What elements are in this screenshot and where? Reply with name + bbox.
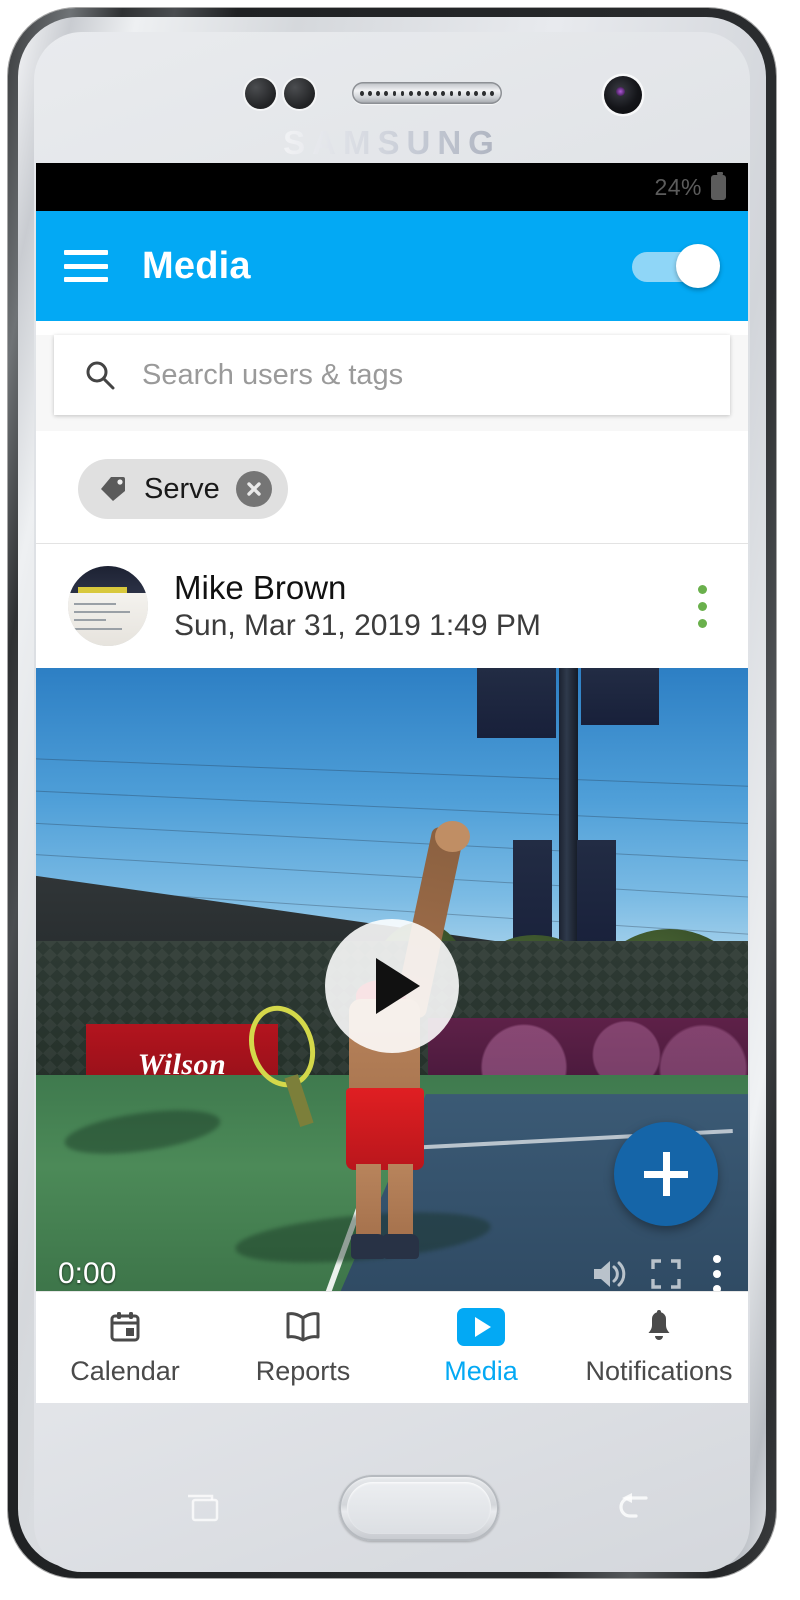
earpiece-speaker xyxy=(352,82,502,104)
screenshot-root: SAMSUNG 24% Media Search users & tags Se… xyxy=(0,0,800,1600)
video-current-time: 0:00 xyxy=(58,1257,117,1290)
app-bar: Media xyxy=(36,211,748,321)
bell-icon xyxy=(642,1308,676,1346)
page-title: Media xyxy=(142,244,251,287)
add-button[interactable] xyxy=(614,1122,718,1226)
court-banner xyxy=(580,668,659,726)
player-leg xyxy=(388,1164,413,1241)
status-bar: 24% xyxy=(36,163,748,211)
search-bar[interactable] xyxy=(54,335,730,415)
nav-label-reports: Reports xyxy=(255,1356,351,1386)
battery-icon xyxy=(711,171,726,200)
post-meta: Mike Brown Sun, Mar 31, 2019 1:49 PM xyxy=(174,569,541,643)
nav-label-media: Media xyxy=(444,1356,518,1386)
video-overflow-icon[interactable] xyxy=(704,1255,730,1293)
book-icon xyxy=(284,1308,322,1346)
volume-icon[interactable] xyxy=(590,1257,628,1291)
toggle-thumb xyxy=(676,244,720,288)
play-icon xyxy=(457,1308,505,1346)
fullscreen-icon[interactable] xyxy=(650,1258,682,1290)
back-icon[interactable] xyxy=(612,1490,654,1526)
play-button-icon[interactable] xyxy=(325,919,459,1053)
nav-item-media[interactable]: Media xyxy=(392,1308,570,1387)
tag-icon xyxy=(101,477,125,501)
nav-label-calendar: Calendar xyxy=(70,1356,180,1386)
post-timestamp: Sun, Mar 31, 2019 1:49 PM xyxy=(174,609,541,642)
light-sensor-icon xyxy=(284,78,315,109)
court-banner xyxy=(577,839,617,955)
filter-chip-label: Serve xyxy=(144,472,220,505)
bottom-navigation: Calendar Reports Media Notifications xyxy=(36,1291,748,1403)
calendar-icon xyxy=(107,1308,143,1346)
close-icon[interactable] xyxy=(235,471,272,507)
active-filters-row: Serve xyxy=(36,431,748,544)
avatar[interactable] xyxy=(68,566,148,646)
proximity-sensor-icon xyxy=(245,78,276,109)
hamburger-menu-icon[interactable] xyxy=(64,250,108,282)
nav-item-calendar[interactable]: Calendar xyxy=(36,1308,214,1387)
header-toggle-switch[interactable] xyxy=(632,244,720,288)
nav-item-notifications[interactable]: Notifications xyxy=(570,1308,748,1387)
content-area: Serve xyxy=(36,335,748,1304)
battery-percent-label: 24% xyxy=(654,173,702,200)
front-camera-icon xyxy=(604,76,642,114)
overflow-menu-icon[interactable] xyxy=(682,576,722,636)
player-shorts xyxy=(345,1087,425,1171)
post-header: Mike Brown Sun, Mar 31, 2019 1:49 PM xyxy=(36,544,748,668)
nav-label-notifications: Notifications xyxy=(585,1356,733,1386)
nav-item-reports[interactable]: Reports xyxy=(214,1308,392,1387)
phone-screen: 24% Media Search users & tags Serve Mike… xyxy=(36,163,748,1403)
player-leg xyxy=(356,1164,381,1241)
court-banner xyxy=(477,668,556,738)
home-button[interactable] xyxy=(339,1475,499,1541)
samsung-logo: SAMSUNG xyxy=(34,124,750,162)
filter-chip-serve[interactable]: Serve xyxy=(78,459,288,519)
video-player[interactable]: Wilson 0:00 xyxy=(36,668,748,1304)
post-author-name: Mike Brown xyxy=(174,569,347,606)
search-input[interactable] xyxy=(142,358,700,392)
recents-icon[interactable] xyxy=(184,1492,222,1524)
search-icon xyxy=(86,361,115,390)
